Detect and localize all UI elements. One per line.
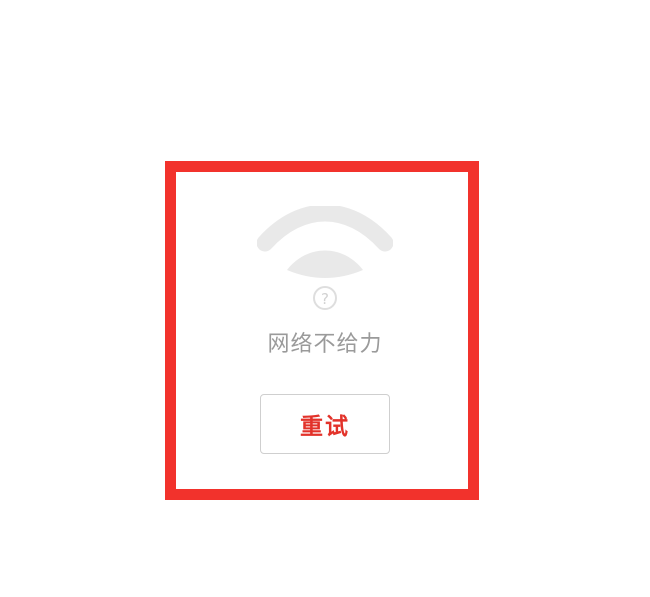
retry-label: 重试 [300, 414, 350, 440]
retry-button[interactable]: 重试 [260, 394, 390, 454]
wifi-outer-arc [257, 206, 393, 252]
error-message: 网络不给力 [267, 332, 383, 357]
question-mark: ? [321, 290, 329, 308]
wifi-inner-wave [287, 250, 363, 278]
wifi-question-icon: ? [257, 206, 393, 310]
